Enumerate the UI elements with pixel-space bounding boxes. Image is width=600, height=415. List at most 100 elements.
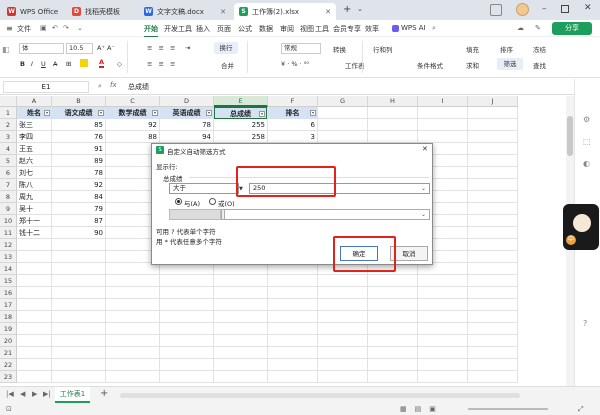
table-cell[interactable]: 92 bbox=[108, 119, 157, 131]
share-button[interactable]: 分享 bbox=[552, 22, 592, 35]
indent-icon[interactable]: ⇥ bbox=[185, 44, 190, 52]
next-sheet-icon[interactable]: ▶ bbox=[32, 390, 37, 398]
table-cell[interactable]: 88 bbox=[108, 131, 157, 143]
row-header[interactable]: 14 bbox=[0, 263, 17, 275]
row-header[interactable]: 15 bbox=[0, 275, 17, 287]
minimize-icon[interactable]: – bbox=[542, 4, 547, 14]
table-cell[interactable]: 87 bbox=[54, 215, 103, 227]
column-header[interactable]: A bbox=[17, 96, 52, 107]
formula-input[interactable]: 总成绩 bbox=[128, 82, 149, 92]
avatar[interactable] bbox=[516, 3, 529, 16]
cloud-icon[interactable]: ☁ bbox=[517, 24, 524, 32]
filter-dropdown-icon[interactable]: ▾ bbox=[310, 110, 316, 116]
row-header[interactable]: 8 bbox=[0, 191, 17, 203]
add-sheet-icon[interactable]: + bbox=[100, 388, 108, 399]
row-header[interactable]: 17 bbox=[0, 299, 17, 311]
filter-dropdown-icon[interactable]: ▾ bbox=[44, 110, 50, 116]
border-icon[interactable]: ⊞ bbox=[66, 60, 71, 68]
row-header[interactable]: 21 bbox=[0, 347, 17, 359]
table-header-cell[interactable]: 总成绩 ▾ bbox=[214, 107, 267, 119]
layout-icon[interactable] bbox=[490, 4, 502, 16]
row-header[interactable]: 10 bbox=[0, 215, 17, 227]
table-cell[interactable]: 79 bbox=[54, 203, 103, 215]
table-cell[interactable]: 钱十二 bbox=[19, 227, 49, 239]
table-cell[interactable]: 郑十一 bbox=[19, 215, 49, 227]
close-icon[interactable]: ✕ bbox=[325, 8, 331, 16]
conditional-format-button[interactable]: 条件格式 bbox=[417, 60, 443, 70]
and-radio[interactable] bbox=[175, 198, 182, 205]
horizontal-scrollbar[interactable] bbox=[120, 393, 520, 398]
table-cell[interactable]: 76 bbox=[54, 131, 103, 143]
view-mode-icons[interactable]: ▦▤▣ bbox=[400, 405, 444, 413]
row-col-button[interactable]: 行和列 bbox=[373, 44, 393, 54]
table-cell[interactable]: 赵六 bbox=[19, 155, 49, 167]
menu-member[interactable]: 会员专享 bbox=[333, 24, 361, 34]
chevron-down-icon[interactable]: ⌄ bbox=[357, 5, 363, 13]
menu-home[interactable]: 开始 bbox=[144, 24, 158, 38]
help-icon[interactable]: ? bbox=[583, 319, 587, 328]
table-cell[interactable]: 刘七 bbox=[19, 167, 49, 179]
prev-sheet-icon[interactable]: ◀ bbox=[20, 390, 25, 398]
fx-icon[interactable]: fx bbox=[110, 81, 117, 89]
tab-template[interactable]: D 找稻壳模板 bbox=[67, 3, 137, 20]
fill-button[interactable]: 填充 bbox=[466, 44, 479, 54]
menu-insert[interactable]: 插入 bbox=[196, 24, 210, 34]
find-button[interactable]: 查找 bbox=[533, 60, 546, 70]
menu-file[interactable]: 文件 bbox=[17, 24, 31, 34]
font-color-icon[interactable]: A bbox=[99, 59, 105, 68]
font-name-combo[interactable]: 体 bbox=[19, 43, 64, 54]
table-cell[interactable]: 94 bbox=[162, 131, 211, 143]
column-header[interactable]: H bbox=[368, 96, 418, 107]
sum-button[interactable]: 求和 bbox=[466, 60, 479, 70]
window-close-icon[interactable]: ✕ bbox=[584, 3, 592, 13]
menu-page[interactable]: 页面 bbox=[217, 24, 231, 34]
style-icon[interactable]: ◐ bbox=[583, 159, 590, 168]
menu-data[interactable]: 数据 bbox=[259, 24, 273, 34]
column-header[interactable]: B bbox=[52, 96, 106, 107]
column-header[interactable]: I bbox=[418, 96, 468, 107]
font-size-combo[interactable]: 10.5 bbox=[66, 43, 93, 54]
row-header[interactable]: 3 bbox=[0, 131, 17, 143]
table-header-cell[interactable]: 排名 ▾ bbox=[268, 107, 317, 119]
scroll-thumb[interactable] bbox=[567, 116, 573, 156]
table-cell[interactable]: 85 bbox=[54, 119, 103, 131]
underline-icon[interactable]: U bbox=[41, 60, 46, 68]
table-cell[interactable]: 258 bbox=[216, 131, 265, 143]
table-cell[interactable]: 90 bbox=[54, 227, 103, 239]
row-header[interactable]: 4 bbox=[0, 143, 17, 155]
row-header[interactable]: 1 bbox=[0, 107, 17, 119]
table-header-cell[interactable]: 语文成绩 ▾ bbox=[52, 107, 105, 119]
select-icon[interactable]: ⬚ bbox=[583, 137, 591, 146]
menu-developer[interactable]: 开发工具 bbox=[164, 24, 192, 34]
properties-icon[interactable]: ⚙ bbox=[583, 115, 590, 124]
filter-dropdown-icon[interactable]: ▾ bbox=[206, 110, 212, 116]
menu-wps-ai[interactable]: WPS AI bbox=[392, 24, 426, 32]
convert-button[interactable]: 转换 bbox=[333, 44, 346, 54]
last-sheet-icon[interactable]: ▶| bbox=[43, 390, 51, 398]
clipboard-icon[interactable]: ◧ bbox=[2, 45, 10, 54]
row-header[interactable]: 22 bbox=[0, 359, 17, 371]
zoom-icon[interactable]: ⌕ bbox=[98, 82, 102, 91]
column-header[interactable]: J bbox=[468, 96, 518, 107]
wrap-text-button[interactable]: 换行 bbox=[214, 42, 238, 54]
menu-formula[interactable]: 公式 bbox=[238, 24, 252, 34]
row-header[interactable]: 7 bbox=[0, 179, 17, 191]
table-header-cell[interactable]: 数学成绩 ▾ bbox=[106, 107, 159, 119]
italic-icon[interactable]: I bbox=[31, 60, 33, 68]
column-header[interactable]: G bbox=[318, 96, 368, 107]
value2-input[interactable]: ⌄ bbox=[224, 209, 430, 220]
filter-dropdown-icon[interactable]: ▾ bbox=[152, 110, 158, 116]
operator2-select[interactable] bbox=[169, 209, 221, 220]
operator1-select[interactable]: 大于 ▼ bbox=[169, 183, 243, 194]
table-cell[interactable]: 78 bbox=[162, 119, 211, 131]
redo-icon[interactable]: ↷ bbox=[63, 24, 69, 32]
table-cell[interactable]: 6 bbox=[270, 119, 315, 131]
table-cell[interactable]: 3 bbox=[270, 131, 315, 143]
select-all-corner[interactable] bbox=[0, 96, 17, 107]
table-cell[interactable]: 张三 bbox=[19, 119, 49, 131]
column-header[interactable]: F bbox=[268, 96, 318, 107]
zoom-slider[interactable] bbox=[468, 408, 548, 410]
row-header[interactable]: 23 bbox=[0, 371, 17, 383]
row-header[interactable]: 13 bbox=[0, 251, 17, 263]
tab-document[interactable]: W 文字文稿.docx ✕ bbox=[139, 3, 231, 20]
